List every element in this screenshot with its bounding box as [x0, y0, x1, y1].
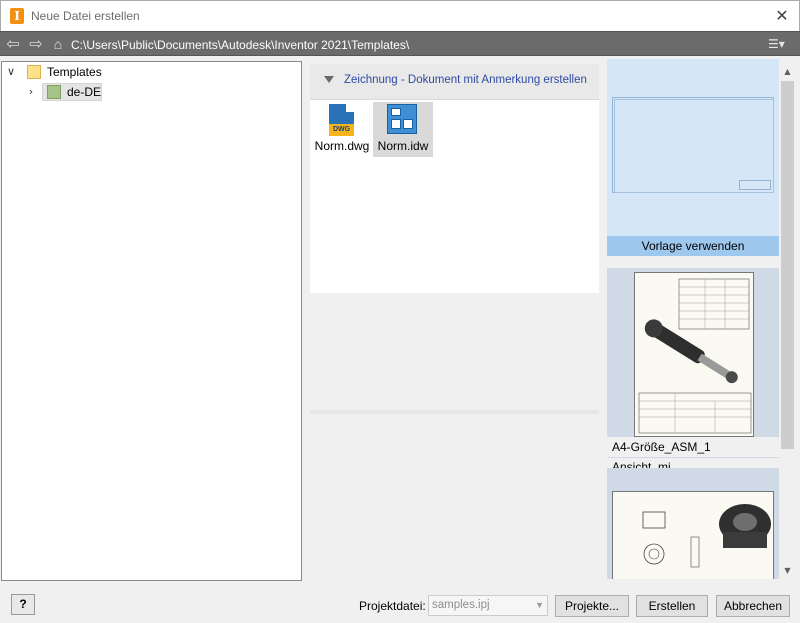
vertical-scrollbar[interactable]: ▲ ▼: [779, 61, 796, 579]
preview-caption: A4-Größe_ASM_1 Ansicht_mi...: [607, 437, 779, 474]
folder-icon: [27, 65, 41, 79]
scroll-down-icon[interactable]: ▼: [779, 562, 796, 579]
part-drawing-image: [642, 504, 771, 568]
chevron-down-icon: ▼: [535, 600, 544, 610]
preview-card[interactable]: [607, 468, 779, 579]
create-button[interactable]: Erstellen: [636, 595, 708, 617]
dwg-file-icon: DWG: [329, 104, 354, 136]
project-file-label: Projektdatei:: [359, 599, 426, 613]
preview-card-selected[interactable]: Vorlage verwenden: [607, 59, 779, 256]
file-type-badge: DWG: [329, 124, 354, 136]
file-item-norm-idw[interactable]: Norm.idw: [373, 102, 433, 157]
file-item-norm-dwg[interactable]: DWG Norm.dwg: [312, 102, 372, 157]
inventor-app-icon: [10, 8, 24, 24]
group-header[interactable]: Zeichnung - Dokument mit Anmerkung erste…: [310, 64, 599, 100]
tree-item-label: de-DE: [67, 85, 102, 99]
window-title: Neue Datei erstellen: [31, 9, 140, 23]
file-name: Norm.idw: [377, 139, 429, 153]
scroll-up-icon[interactable]: ▲: [779, 63, 796, 80]
title-bar: Neue Datei erstellen ✕: [0, 0, 800, 31]
assembly-drawing-thumbnail: [634, 272, 754, 437]
template-list: Zeichnung - Dokument mit Anmerkung erste…: [310, 64, 600, 414]
tree-item-templates[interactable]: ∨ Templates: [5, 63, 205, 81]
file-name: Norm.dwg: [314, 139, 370, 153]
help-button[interactable]: ?: [11, 594, 35, 615]
tree-item-label: Templates: [47, 65, 102, 79]
view-options-icon[interactable]: ☰▾: [768, 36, 794, 52]
chevron-right-icon[interactable]: ›: [25, 83, 37, 101]
preview-caption: Vorlage verwenden: [607, 236, 779, 256]
divider: [310, 410, 599, 414]
project-file-select[interactable]: samples.ipj ▼: [428, 595, 548, 616]
scroll-thumb[interactable]: [781, 81, 794, 449]
back-arrow-icon[interactable]: ⇦: [4, 35, 22, 53]
preview-list: Vorlage verwenden A4-Größe_ASM_1 Ansicht…: [607, 59, 779, 579]
folder-icon: [47, 85, 61, 99]
group-title: Zeichnung - Dokument mit Anmerkung erste…: [344, 74, 587, 86]
close-icon[interactable]: ✕: [771, 5, 793, 27]
footer-bar: ? Projektdatei: samples.ipj ▼ Projekte..…: [0, 584, 800, 623]
blank-sheet-thumbnail: [612, 97, 774, 193]
group-body: DWG Norm.dwg Norm.idw: [310, 100, 599, 293]
idw-file-icon: [387, 104, 417, 134]
project-file-value: samples.ipj: [432, 599, 490, 611]
part-drawing-thumbnail: [612, 491, 774, 579]
tree-item-de-de[interactable]: › de-DE: [25, 83, 225, 101]
assembly-drawing-image: [638, 278, 752, 434]
chevron-down-icon[interactable]: ∨: [5, 63, 17, 81]
cancel-button[interactable]: Abbrechen: [716, 595, 790, 617]
folder-tree: [1, 61, 302, 581]
collapse-triangle-icon[interactable]: [324, 76, 334, 83]
address-bar: ⇦ ⇨ ⌂ C:\Users\Public\Documents\Autodesk…: [0, 31, 800, 56]
path-breadcrumb[interactable]: C:\Users\Public\Documents\Autodesk\Inven…: [71, 38, 409, 52]
home-icon[interactable]: ⌂: [50, 36, 66, 52]
preview-card[interactable]: A4-Größe_ASM_1 Ansicht_mi...: [607, 268, 779, 474]
forward-arrow-icon[interactable]: ⇨: [27, 35, 45, 53]
projects-button[interactable]: Projekte...: [555, 595, 629, 617]
